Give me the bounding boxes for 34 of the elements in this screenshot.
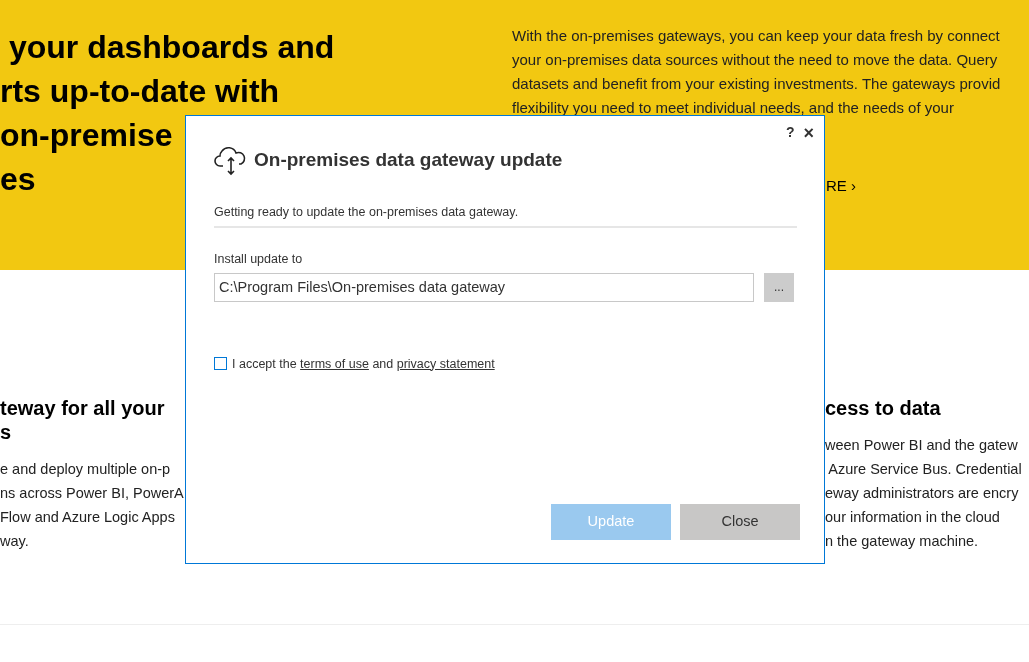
hero-heading: es [0,160,36,199]
hero-paragraph: your on-premises data sources without the need to move the data. Query [512,50,998,70]
hero-heading: on-premise [0,116,173,155]
install-path-field[interactable]: C:\Program Files\On-premises data gateway [214,272,754,302]
dialog-title: On-premises data gateway update [254,147,563,172]
accept-checkbox[interactable] [214,357,227,371]
feature-text: ns across Power BI, PowerA [0,484,184,503]
feature-heading: cess to data [825,396,941,420]
feature-text: way. [0,532,29,551]
hero-paragraph: With the on-premises gateways, you can keep your data fresh by connect [512,26,1000,46]
learn-more-link[interactable]: RE › [826,175,856,198]
browse-button[interactable]: ... [764,272,794,302]
feature-heading: s [0,420,12,444]
feature-text: Flow and Azure Logic Apps [0,508,175,527]
feature-text: our information in the cloud [825,508,1000,527]
feature-text: eway administrators are encry [825,484,1019,503]
feature-text: ween Power BI and the gatew [825,436,1018,455]
status-text: Getting ready to update the on-premises data gateway. [214,204,519,221]
dialog-close-button[interactable]: Close [680,504,800,540]
hero-paragraph: flexibility you need to meet individual needs, and the needs of your [512,98,954,118]
feature-text: n the gateway machine. [825,532,979,551]
field-label: Install update to [214,250,303,268]
cloud-upload-icon [214,144,248,176]
hero-paragraph: datasets and benefit from your existing investments. The gateways provid [512,74,1001,94]
accept-label: I accept the terms of use and privacy statement [232,355,495,373]
help-button[interactable]: ? [785,122,795,143]
hero-heading: rts up-to-date with [0,72,280,111]
privacy-link[interactable]: privacy statement [396,356,495,371]
feature-heading: teway for all your [0,396,165,420]
close-button[interactable]: × [803,122,814,143]
hero-heading: your dashboards and [7,28,335,67]
feature-text: e and deploy multiple on-p [0,460,171,479]
terms-link[interactable]: terms of use [300,356,369,371]
feature-text: Azure Service Bus. Credential [827,460,1022,479]
